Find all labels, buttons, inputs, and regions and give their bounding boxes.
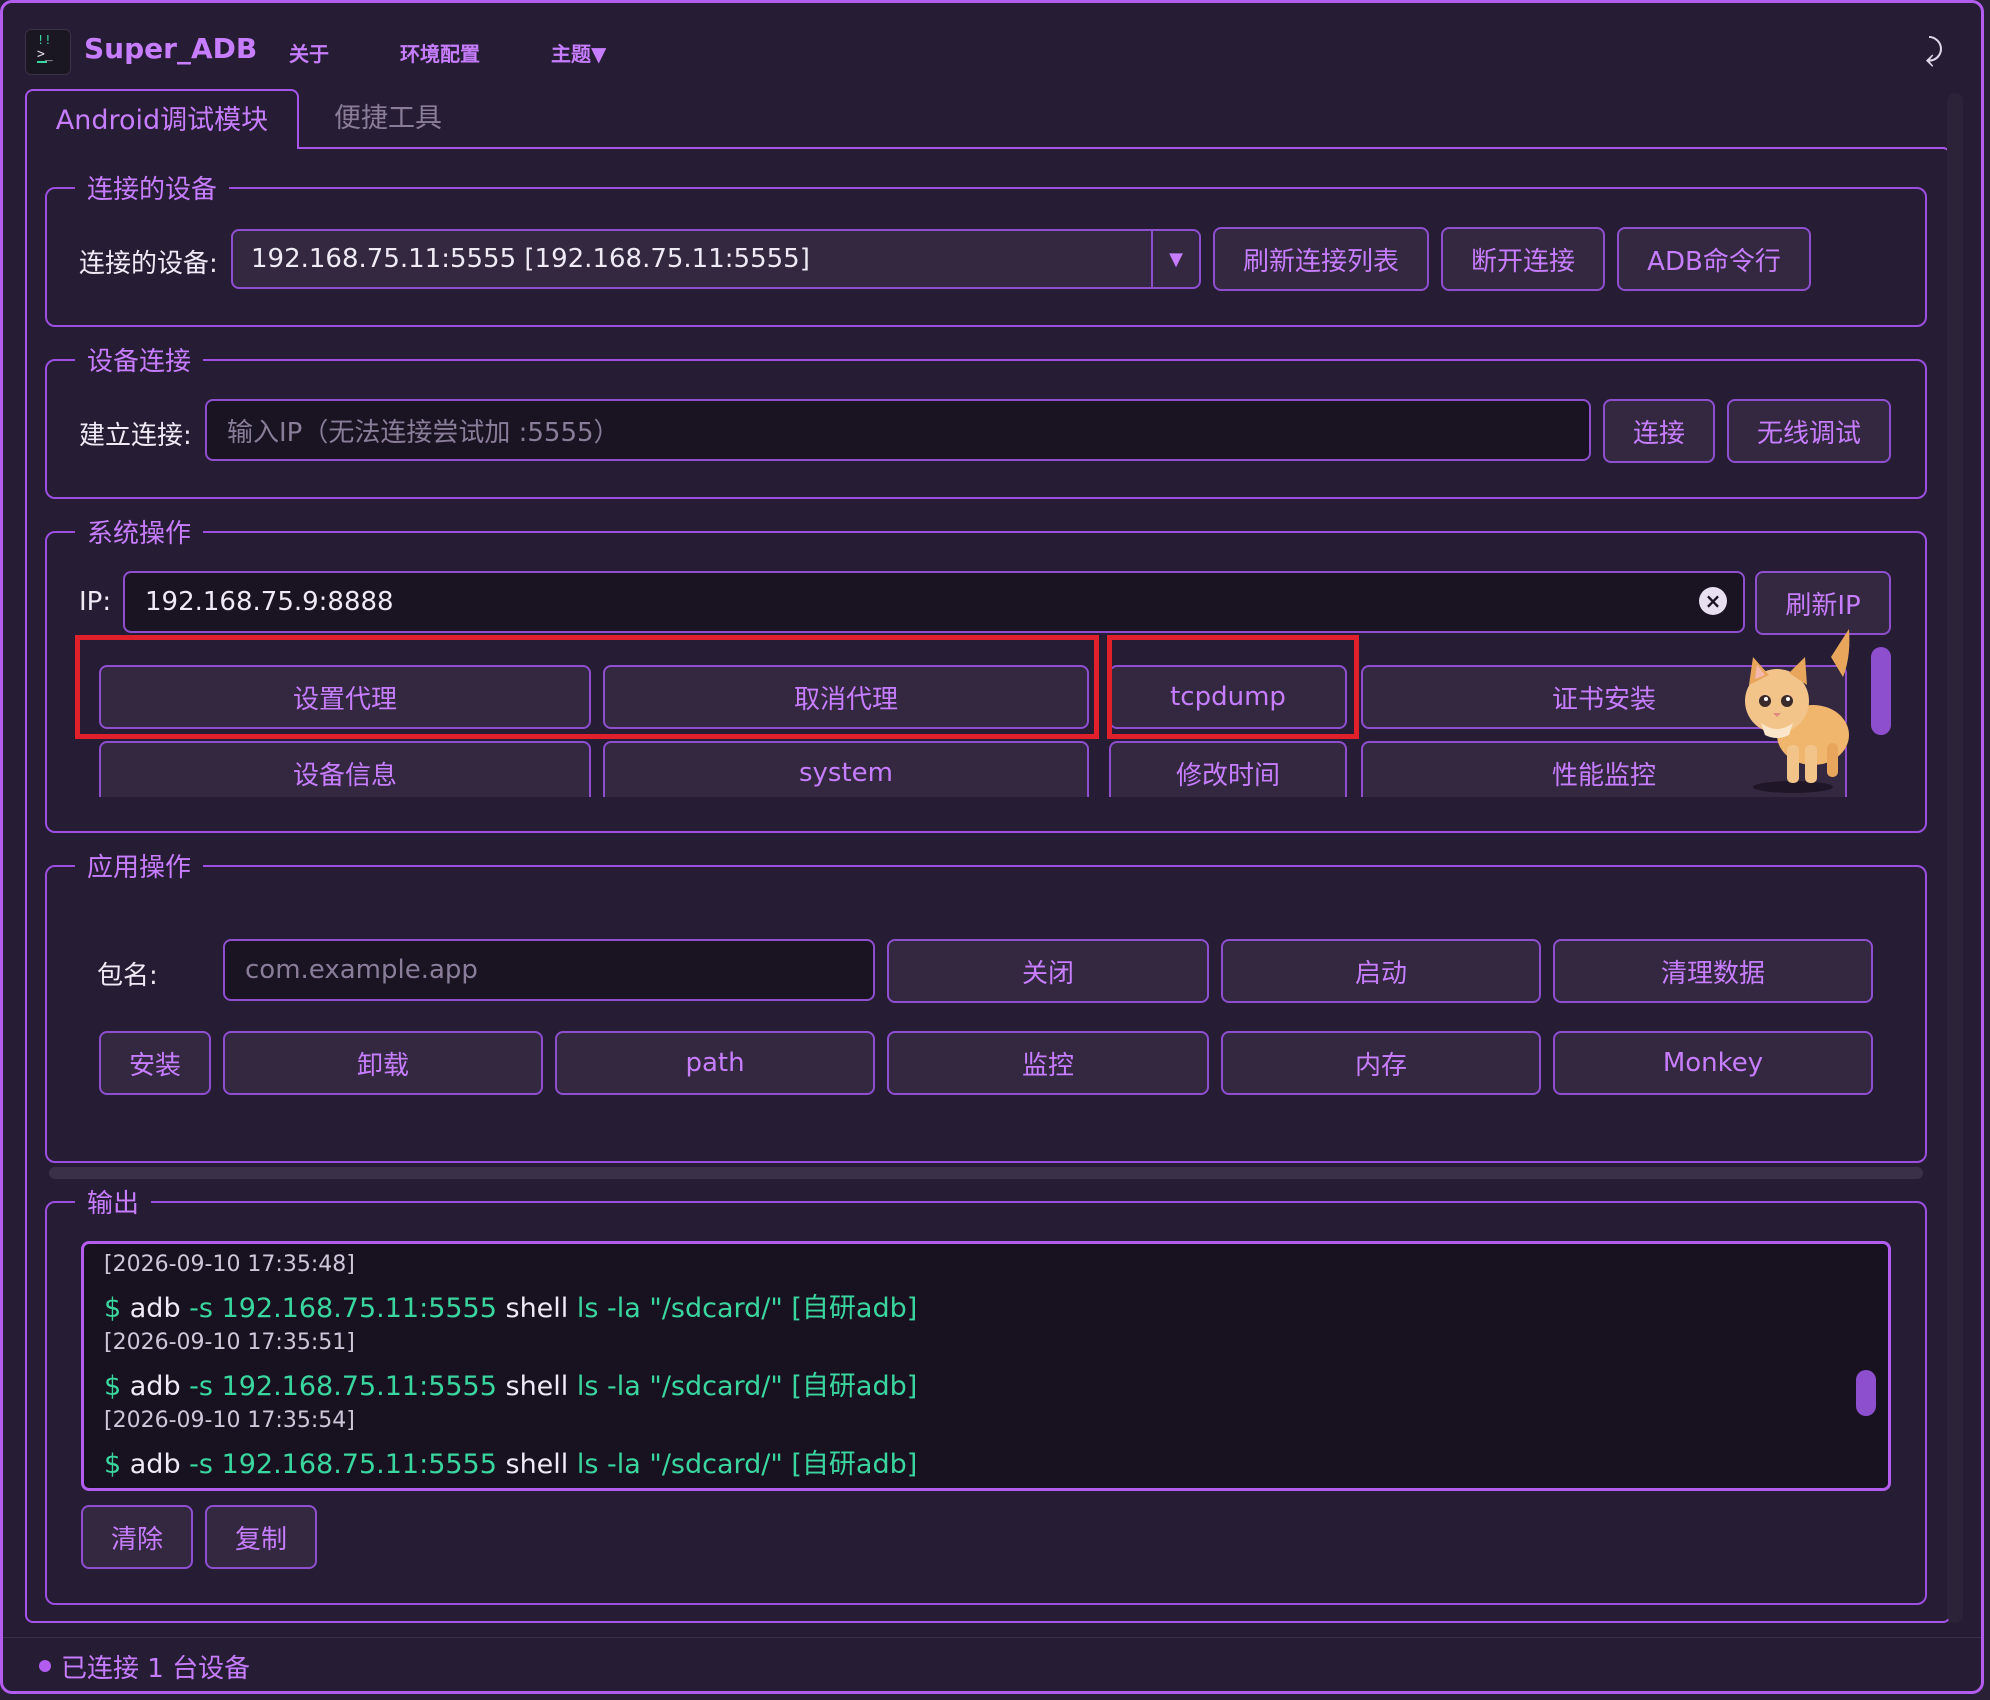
- output-console[interactable]: [2026-09-10 17:35:48] $ adb -s 192.168.7…: [81, 1241, 1891, 1491]
- device-select-value: 192.168.75.11:5555 [192.168.75.11:5555]: [251, 244, 810, 274]
- group-title: 输出: [75, 1183, 152, 1220]
- group-title: 连接的设备: [75, 169, 230, 206]
- highlight-box-tcpdump: [1107, 635, 1359, 739]
- kitten-image: [1745, 629, 1850, 793]
- group-app-ops: 应用操作: [45, 847, 1927, 1163]
- title-bar: !! >_ Super_ADB 关于 环境配置 主题▼ ⤸: [3, 3, 1981, 93]
- device-info-button[interactable]: 设备信息: [99, 741, 591, 797]
- log-command: $ adb -s 192.168.75.11:5555 shell ls -la…: [104, 1371, 918, 1402]
- window-control-icon[interactable]: ⤸: [1925, 33, 1943, 68]
- menu-theme[interactable]: 主题▼: [551, 38, 606, 67]
- app-logo: !! >_: [25, 29, 71, 75]
- device-select-label: 连接的设备:: [79, 249, 218, 279]
- menu-env-config[interactable]: 环境配置: [400, 38, 480, 67]
- group-title: 应用操作: [75, 847, 204, 884]
- system-button[interactable]: system: [603, 741, 1089, 797]
- group-title: 系统操作: [75, 513, 204, 550]
- group-title: 设备连接: [75, 341, 204, 378]
- log-command: $ adb -s 192.168.75.11:5555 shell ls -la…: [104, 1293, 918, 1324]
- package-label: 包名:: [97, 961, 158, 991]
- uninstall-button[interactable]: 卸载: [223, 1031, 543, 1095]
- app-close-button[interactable]: 关闭: [887, 939, 1209, 1003]
- log-command: $ adb -s 192.168.75.11:5555 shell ls -la…: [104, 1449, 918, 1480]
- wireless-debug-button[interactable]: 无线调试: [1727, 399, 1891, 463]
- disconnect-button[interactable]: 断开连接: [1441, 227, 1605, 291]
- monitor-button[interactable]: 监控: [887, 1031, 1209, 1095]
- app-title: Super_ADB: [84, 32, 258, 65]
- chevron-down-icon[interactable]: ▼: [1151, 231, 1199, 287]
- clear-data-button[interactable]: 清理数据: [1553, 939, 1873, 1003]
- menu-about[interactable]: 关于: [289, 38, 329, 67]
- highlight-box-proxy: [75, 635, 1099, 739]
- refresh-device-list-button[interactable]: 刷新连接列表: [1213, 227, 1429, 291]
- adb-cli-button[interactable]: ADB命令行: [1617, 227, 1811, 291]
- clear-output-button[interactable]: 清除: [81, 1505, 193, 1569]
- monkey-button[interactable]: Monkey: [1553, 1031, 1873, 1095]
- proxy-ip-input[interactable]: 192.168.75.9:8888: [123, 571, 1745, 633]
- package-input[interactable]: com.example.app: [223, 939, 875, 1001]
- main-scrollbar[interactable]: [1947, 93, 1963, 1623]
- path-button[interactable]: path: [555, 1031, 875, 1095]
- system-ops-scrollbar[interactable]: [1871, 647, 1891, 735]
- copy-output-button[interactable]: 复制: [205, 1505, 317, 1569]
- install-button[interactable]: 安装: [99, 1031, 211, 1095]
- tab-quick-tools[interactable]: 便捷工具: [303, 89, 473, 149]
- app-start-button[interactable]: 启动: [1221, 939, 1541, 1003]
- status-dot-icon: [39, 1660, 51, 1672]
- connect-ip-input[interactable]: 输入IP（无法连接尝试加 :5555）: [205, 399, 1591, 461]
- clear-icon[interactable]: ×: [1699, 587, 1727, 615]
- device-select[interactable]: 192.168.75.11:5555 [192.168.75.11:5555] …: [231, 229, 1201, 289]
- ip-label: IP:: [79, 587, 112, 617]
- refresh-ip-button[interactable]: 刷新IP: [1755, 571, 1891, 635]
- modify-time-button[interactable]: 修改时间: [1109, 741, 1347, 797]
- connect-button[interactable]: 连接: [1603, 399, 1715, 463]
- output-scrollbar[interactable]: [1856, 1370, 1876, 1416]
- log-timestamp: [2026-09-10 17:35:51]: [104, 1330, 355, 1355]
- status-bar: 已连接 1 台设备: [3, 1637, 1981, 1691]
- app-window: !! >_ Super_ADB 关于 环境配置 主题▼ ⤸ Android调试模块…: [0, 0, 1984, 1694]
- log-timestamp: [2026-09-10 17:35:48]: [104, 1252, 355, 1277]
- connect-label: 建立连接:: [79, 421, 192, 451]
- status-text: 已连接 1 台设备: [61, 1654, 251, 1684]
- memory-button[interactable]: 内存: [1221, 1031, 1541, 1095]
- log-timestamp: [2026-09-10 17:35:54]: [104, 1408, 355, 1433]
- tab-android-debug[interactable]: Android调试模块: [25, 89, 299, 149]
- splitter-handle[interactable]: [49, 1167, 1923, 1179]
